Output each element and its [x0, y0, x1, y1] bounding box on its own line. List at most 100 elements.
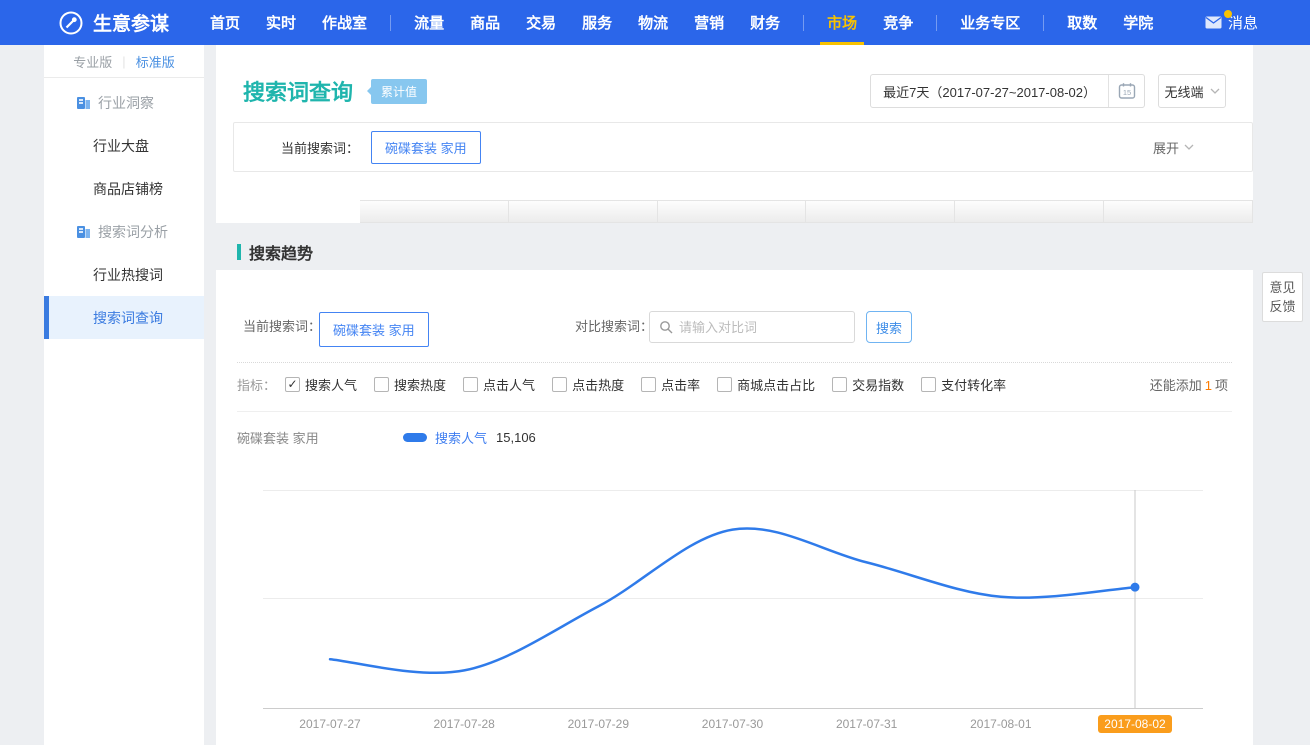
nav-item[interactable]: 实时 — [253, 0, 309, 45]
expand-link[interactable]: 展开 — [1153, 138, 1194, 157]
sidebar-menu: 行业洞察行业大盘商品店铺榜搜索词分析行业热搜词搜索词查询 — [44, 78, 204, 339]
metric-checkbox-2[interactable]: 搜索热度 — [374, 375, 446, 394]
metric-checkbox-5[interactable]: 点击率 — [641, 375, 700, 394]
sidebar-item[interactable]: 行业大盘 — [44, 124, 204, 167]
query-header-card: 搜索词查询 累计值 最近7天（2017-07-27~2017-08-02） 15… — [216, 45, 1253, 200]
sidebar-item-label: 行业热搜词 — [93, 265, 163, 285]
metric-checkbox-3[interactable]: 点击人气 — [463, 375, 535, 394]
sidebar-item[interactable]: 商品店铺榜 — [44, 167, 204, 210]
tab-cell[interactable] — [509, 200, 658, 223]
envelope-icon — [1205, 16, 1222, 29]
line-chart-canvas — [263, 480, 1203, 710]
sidebar-section: 搜索词分析 — [44, 210, 204, 253]
calendar-icon[interactable]: 15 — [1108, 75, 1144, 107]
nav-divider — [803, 15, 804, 31]
nav-item[interactable]: 流量 — [401, 0, 457, 45]
nav-item[interactable]: 服务 — [569, 0, 625, 45]
checkbox-icon[interactable] — [921, 377, 936, 392]
nav-item[interactable]: 业务专区 — [947, 0, 1033, 45]
metric-label: 点击热度 — [572, 375, 624, 394]
brand-name: 生意参谋 — [93, 9, 169, 36]
chart-legend: 碗碟套装 家用 搜索人气 15,106 — [237, 426, 536, 448]
nav-item[interactable]: 商品 — [457, 0, 513, 45]
sidebar-item[interactable]: 搜索词查询 — [44, 296, 204, 339]
nav-item[interactable]: 物流 — [625, 0, 681, 45]
current-word-chip[interactable]: 碗碟套装 家用 — [371, 131, 481, 164]
trend-current-word-label: 当前搜索词： — [243, 310, 321, 344]
remaining-count-text: 还能添加1项 — [1150, 375, 1228, 394]
metrics-row: 指标： ✓搜索人气搜索热度点击人气点击热度点击率商城点击占比交易指数支付转化率还… — [237, 373, 1228, 395]
top-navbar: 生意参谋 首页实时作战室流量商品交易服务物流营销财务市场竞争业务专区取数学院 消… — [0, 0, 1310, 45]
date-range-picker[interactable]: 最近7天（2017-07-27~2017-08-02） 15 — [870, 74, 1145, 108]
nav-item[interactable]: 竞争 — [870, 0, 926, 45]
nav-item[interactable]: 市场 — [814, 0, 870, 45]
nav-item[interactable]: 首页 — [197, 0, 253, 45]
nav-item[interactable]: 作战室 — [309, 0, 380, 45]
x-axis-label: 2017-08-01 — [936, 717, 1066, 731]
metric-checkbox-1[interactable]: ✓ 搜索人气 — [285, 375, 357, 394]
checkbox-checked-icon[interactable]: ✓ — [285, 377, 300, 392]
nav-item[interactable]: 取数 — [1054, 0, 1110, 45]
dotted-divider — [237, 362, 1232, 363]
nav-divider — [390, 15, 391, 31]
metric-checkbox-6[interactable]: 商城点击占比 — [717, 375, 815, 394]
nav-item[interactable]: 交易 — [513, 0, 569, 45]
legend-series-value: 15,106 — [496, 430, 536, 445]
metric-label: 支付转化率 — [941, 375, 1006, 394]
cumulative-badge: 累计值 — [371, 79, 427, 104]
device-select[interactable]: 无线端 — [1158, 74, 1226, 108]
compass-logo-icon — [58, 10, 84, 36]
metric-label: 搜索人气 — [305, 375, 357, 394]
nav-item[interactable]: 营销 — [681, 0, 737, 45]
tab-cell[interactable] — [216, 200, 360, 223]
checkbox-icon[interactable] — [641, 377, 656, 392]
checkbox-icon[interactable] — [463, 377, 478, 392]
checkbox-icon[interactable] — [552, 377, 567, 392]
sidebar-item-label: 行业洞察 — [98, 93, 154, 113]
nav-item[interactable]: 学院 — [1110, 0, 1166, 45]
sidebar-item[interactable]: 行业热搜词 — [44, 253, 204, 296]
metric-checkbox-8[interactable]: 支付转化率 — [921, 375, 1006, 394]
tab-strip — [216, 200, 1253, 223]
main-nav: 首页实时作战室流量商品交易服务物流营销财务市场竞争业务专区取数学院 — [197, 0, 1166, 45]
x-axis-label: 2017-07-30 — [668, 717, 798, 731]
x-axis-label: 2017-07-27 — [265, 717, 395, 731]
legend-series-name: 搜索人气 — [435, 428, 487, 447]
nav-divider — [1043, 15, 1044, 31]
x-axis-label: 2017-07-29 — [533, 717, 663, 731]
checkbox-icon[interactable] — [374, 377, 389, 392]
tab-cell[interactable] — [806, 200, 955, 223]
industry-chart-icon — [76, 95, 91, 110]
tab-cell[interactable] — [658, 200, 807, 223]
sidebar-section: 行业洞察 — [44, 81, 204, 124]
checkbox-icon[interactable] — [832, 377, 847, 392]
nav-item[interactable]: 财务 — [737, 0, 793, 45]
feedback-button[interactable]: 意见 反馈 — [1262, 272, 1303, 322]
tab-cell[interactable] — [360, 200, 509, 223]
trend-current-word-chip[interactable]: 碗碟套装 家用 — [319, 312, 429, 347]
x-axis-label: 2017-07-31 — [802, 717, 932, 731]
checkbox-icon[interactable] — [717, 377, 732, 392]
search-icon — [659, 320, 673, 334]
sidebar-item-label: 行业大盘 — [93, 136, 149, 156]
legend-word: 碗碟套装 家用 — [237, 428, 403, 447]
x-axis-labels: 2017-07-272017-07-282017-07-292017-07-30… — [263, 717, 1203, 739]
version-pro-link[interactable]: 专业版 — [73, 52, 112, 71]
brand[interactable]: 生意参谋 — [58, 9, 169, 36]
chevron-down-icon — [1184, 144, 1194, 150]
compare-word-input[interactable] — [679, 320, 837, 335]
metric-label: 搜索热度 — [394, 375, 446, 394]
tab-cell[interactable] — [955, 200, 1104, 223]
section-title: 搜索趋势 — [249, 240, 313, 264]
version-switch: 专业版 | 标准版 — [44, 45, 204, 78]
sidebar-item-label: 搜索词查询 — [93, 308, 163, 328]
metric-checkbox-7[interactable]: 交易指数 — [832, 375, 904, 394]
messages-button[interactable]: 消息 — [1205, 12, 1258, 33]
metric-checkbox-4[interactable]: 点击热度 — [552, 375, 624, 394]
version-standard-link[interactable]: 标准版 — [136, 52, 175, 71]
compare-word-label: 对比搜索词： — [575, 310, 653, 344]
search-button[interactable]: 搜索 — [866, 311, 912, 343]
trend-section-head: 搜索趋势 — [216, 240, 313, 264]
tab-cell[interactable] — [1104, 200, 1253, 223]
section-accent-bar — [237, 244, 241, 260]
